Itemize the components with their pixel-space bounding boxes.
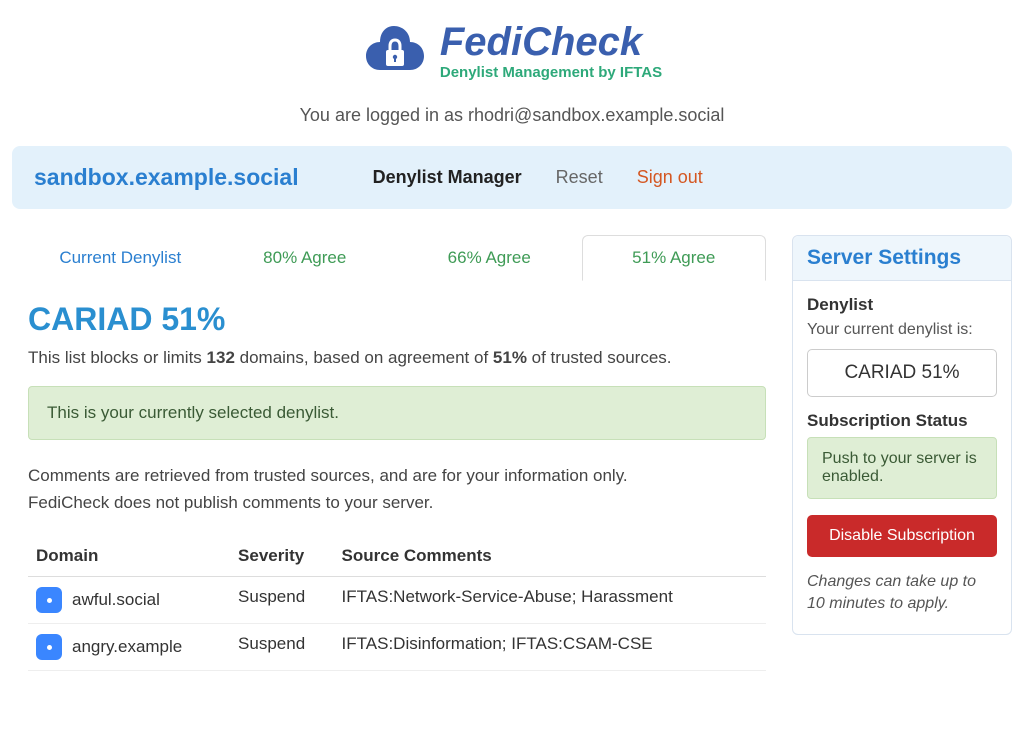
tab-bar: Current Denylist 80% Agree 66% Agree 51%… — [28, 235, 766, 281]
domain-name: angry.example — [72, 637, 182, 657]
severity-value: Suspend — [230, 624, 334, 671]
subscription-status-label: Subscription Status — [807, 411, 997, 431]
apply-delay-hint: Changes can take up to 10 minutes to app… — [807, 571, 997, 616]
comment-notes: Comments are retrieved from trusted sour… — [28, 462, 766, 516]
server-settings-panel: Server Settings Denylist Your current de… — [792, 235, 1012, 635]
login-status: You are logged in as rhodri@sandbox.exam… — [12, 105, 1012, 126]
tab-66-agree[interactable]: 66% Agree — [397, 235, 582, 281]
brand-lockup: FediCheck Denylist Management by IFTAS — [362, 20, 662, 83]
domain-name: awful.social — [72, 590, 160, 610]
brand-tagline: Denylist Management by IFTAS — [440, 64, 662, 81]
login-prefix: You are logged in as — [300, 105, 468, 125]
denylist-manager-label: Denylist Manager — [373, 167, 522, 188]
comments-value: IFTAS:Network-Service-Abuse; Harassment — [334, 577, 766, 624]
page-title: CARIAD 51% — [28, 301, 766, 338]
expand-icon[interactable] — [36, 634, 62, 660]
selected-denylist-alert: This is your currently selected denylist… — [28, 386, 766, 440]
server-name[interactable]: sandbox.example.social — [34, 164, 299, 191]
disable-subscription-button[interactable]: Disable Subscription — [807, 515, 997, 557]
col-severity: Severity — [230, 536, 334, 577]
login-email: rhodri@sandbox.example.social — [468, 105, 724, 125]
denylist-label: Denylist — [807, 295, 997, 315]
expand-icon[interactable] — [36, 587, 62, 613]
current-denylist-value: CARIAD 51% — [807, 349, 997, 397]
subscription-status-message: Push to your server is enabled. — [807, 437, 997, 499]
reset-link[interactable]: Reset — [556, 167, 603, 188]
list-summary: This list blocks or limits 132 domains, … — [28, 348, 766, 368]
col-domain: Domain — [28, 536, 230, 577]
topbar: sandbox.example.social Denylist Manager … — [12, 146, 1012, 209]
tab-current-denylist[interactable]: Current Denylist — [28, 235, 213, 281]
severity-value: Suspend — [230, 577, 334, 624]
col-comments: Source Comments — [334, 536, 766, 577]
signout-link[interactable]: Sign out — [637, 167, 703, 188]
cloud-lock-icon — [362, 20, 426, 83]
domain-count: 132 — [207, 348, 235, 367]
server-settings-heading: Server Settings — [793, 236, 1011, 281]
table-row: angry.example Suspend IFTAS:Disinformati… — [28, 624, 766, 671]
tab-51-agree[interactable]: 51% Agree — [582, 235, 767, 281]
tab-80-agree[interactable]: 80% Agree — [213, 235, 398, 281]
brand-title: FediCheck — [440, 22, 662, 62]
comments-value: IFTAS:Disinformation; IFTAS:CSAM-CSE — [334, 624, 766, 671]
agreement-pct: 51% — [493, 348, 527, 367]
denylist-table: Domain Severity Source Comments awful.so… — [28, 536, 766, 671]
denylist-sub: Your current denylist is: — [807, 321, 997, 339]
app-header: FediCheck Denylist Management by IFTAS Y… — [12, 20, 1012, 126]
table-row: awful.social Suspend IFTAS:Network-Servi… — [28, 577, 766, 624]
